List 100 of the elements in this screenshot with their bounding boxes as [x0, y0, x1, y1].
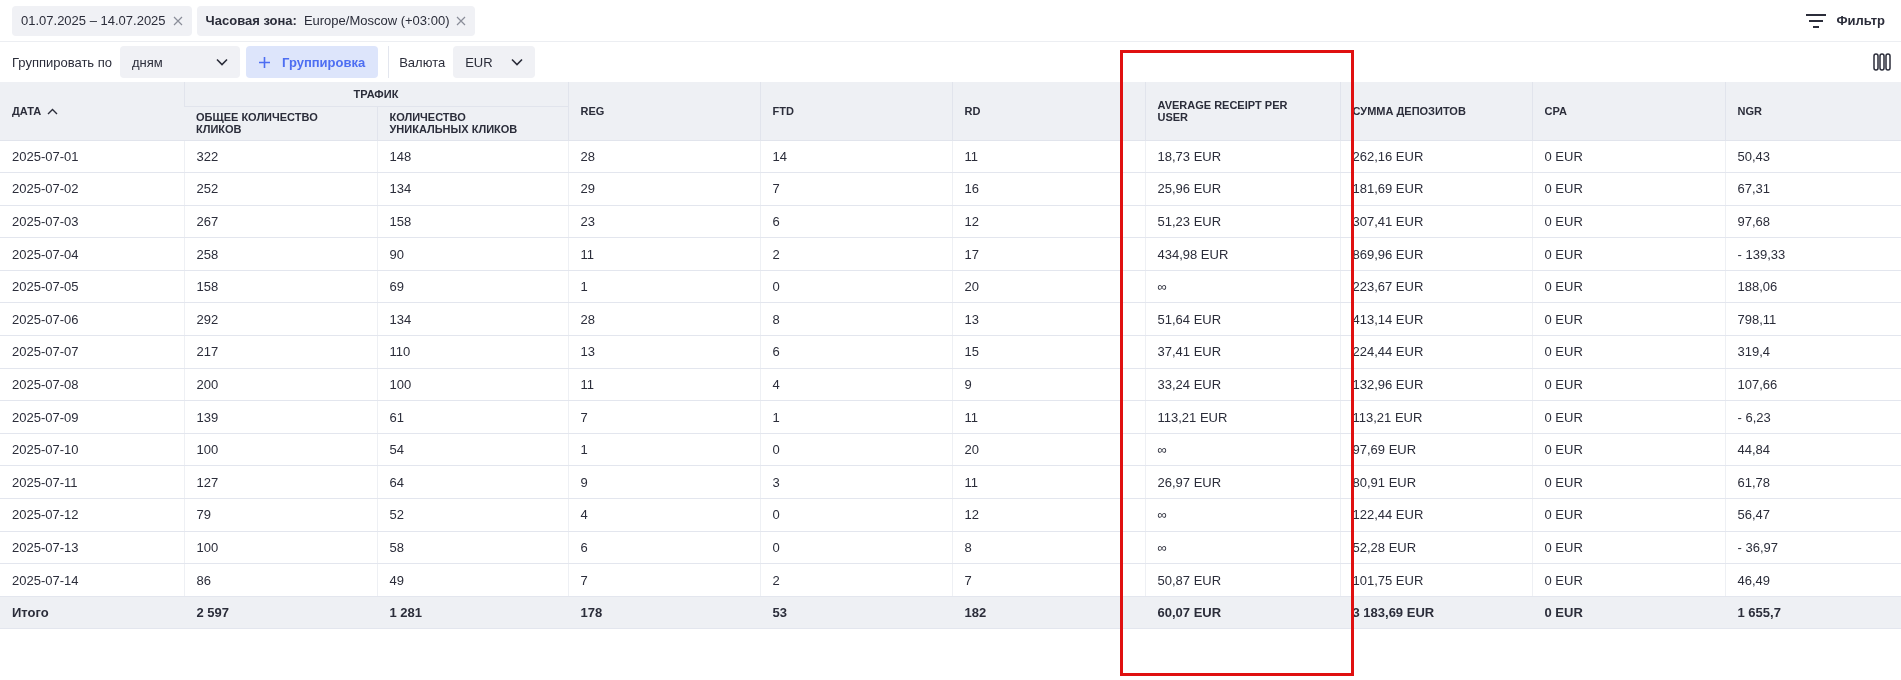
total-cell: 1 655,7 [1725, 596, 1901, 629]
table-cell: - 139,33 [1725, 237, 1901, 271]
table-cell: 132,96 EUR [1340, 368, 1532, 401]
table-cell: 12 [952, 498, 1145, 532]
table-cell: 6 [760, 335, 952, 369]
column-header[interactable]: СУММА ДЕПОЗИТОВ [1340, 82, 1532, 140]
table-cell: 6 [568, 531, 760, 564]
table-cell: 4 [760, 368, 952, 401]
table-cell: 869,96 EUR [1340, 237, 1532, 271]
table-cell: 15 [952, 335, 1145, 369]
table-cell: 14 [760, 140, 952, 173]
table-cell: ∞ [1145, 433, 1340, 466]
table-cell: 0 EUR [1532, 270, 1725, 303]
chip-value: 01.07.2025 – 14.07.2025 [21, 13, 166, 28]
table-cell: 217 [184, 335, 377, 369]
table-cell: 0 EUR [1532, 237, 1725, 271]
table-cell: 262,16 EUR [1340, 140, 1532, 173]
table-cell: 258 [184, 237, 377, 271]
table-cell: 97,68 [1725, 205, 1901, 238]
table-cell: 101,75 EUR [1340, 563, 1532, 597]
table-cell: 319,4 [1725, 335, 1901, 369]
table-cell: 9 [568, 465, 760, 499]
table-cell: 0 EUR [1532, 335, 1725, 369]
filter-chip[interactable]: 01.07.2025 – 14.07.2025 [12, 5, 192, 36]
column-header[interactable]: ДАТА [0, 82, 184, 140]
table-cell: 252 [184, 172, 377, 206]
column-header[interactable]: FTD [760, 82, 952, 140]
table-cell: - 6,23 [1725, 400, 1901, 434]
table-cell: 2025-07-12 [0, 498, 184, 532]
table-cell: 134 [377, 302, 568, 336]
total-cell: 60,07 EUR [1145, 596, 1340, 629]
table-cell: 4 [568, 498, 760, 532]
table-cell: 46,49 [1725, 563, 1901, 597]
table-cell: 7 [568, 400, 760, 434]
close-button[interactable] [456, 15, 467, 26]
table-cell: 2025-07-02 [0, 172, 184, 206]
filter-button[interactable]: Фильтр [1800, 12, 1891, 29]
table-cell: 90 [377, 237, 568, 271]
table-cell: 2025-07-03 [0, 205, 184, 238]
table-cell: 13 [568, 335, 760, 369]
table-cell: 0 EUR [1532, 400, 1725, 434]
table-cell: 158 [377, 205, 568, 238]
table-cell: 2025-07-01 [0, 140, 184, 173]
total-cell: 178 [568, 596, 760, 629]
table-cell: ∞ [1145, 531, 1340, 564]
table-cell: 18,73 EUR [1145, 140, 1340, 173]
table-cell: 188,06 [1725, 270, 1901, 303]
table-cell: 51,23 EUR [1145, 205, 1340, 238]
column-header[interactable]: RD [952, 82, 1145, 140]
table-cell: 2025-07-04 [0, 237, 184, 271]
table-cell: 2025-07-08 [0, 368, 184, 401]
group-by-select[interactable]: дням [120, 46, 240, 78]
filter-chip[interactable]: Часовая зона: Europe/Moscow (+03:00) [196, 5, 476, 36]
currency-label: Валюта [399, 54, 446, 70]
table-cell: 6 [760, 205, 952, 238]
sort-button[interactable] [47, 108, 59, 116]
chip-value: Europe/Moscow (+03:00) [303, 13, 450, 28]
column-header[interactable]: КОЛИЧЕСТВО УНИКАЛЬНЫХ КЛИКОВ [377, 106, 568, 140]
table-cell: 13 [952, 302, 1145, 336]
table-cell: 1 [760, 400, 952, 434]
table-cell: 28 [568, 140, 760, 173]
table-cell: 0 [760, 433, 952, 466]
table-cell: 434,98 EUR [1145, 237, 1340, 271]
chevron-down-icon [216, 58, 228, 66]
table-cell: ∞ [1145, 498, 1340, 532]
table-cell: 50,43 [1725, 140, 1901, 173]
table-cell: 307,41 EUR [1340, 205, 1532, 238]
table-cell: 200 [184, 368, 377, 401]
table-cell: - 36,97 [1725, 531, 1901, 564]
table-cell: 54 [377, 433, 568, 466]
chevron-down-icon [511, 58, 524, 66]
table-cell: 80,91 EUR [1340, 465, 1532, 499]
table-cell: 0 [760, 498, 952, 532]
columns-button[interactable] [1873, 53, 1891, 71]
close-button[interactable] [172, 15, 183, 26]
table-cell: 0 EUR [1532, 302, 1725, 336]
table-cell: 2025-07-11 [0, 465, 184, 499]
close-icon [172, 15, 183, 26]
column-header[interactable]: CPA [1532, 82, 1725, 140]
column-header[interactable]: REG [568, 82, 760, 140]
table-cell: ∞ [1145, 270, 1340, 303]
column-header[interactable]: NGR [1725, 82, 1901, 140]
table-cell: 0 EUR [1532, 140, 1725, 173]
table-cell: 7 [952, 563, 1145, 597]
table-cell: 122,44 EUR [1340, 498, 1532, 532]
table-cell: 56,47 [1725, 498, 1901, 532]
table-cell: 3 [760, 465, 952, 499]
column-header[interactable]: ОБЩЕЕ КОЛИЧЕСТВО КЛИКОВ [184, 106, 377, 140]
table-cell: 26,97 EUR [1145, 465, 1340, 499]
table-cell: 113,21 EUR [1340, 400, 1532, 434]
table-cell: 134 [377, 172, 568, 206]
table-cell: 798,11 [1725, 302, 1901, 336]
table-cell: 322 [184, 140, 377, 173]
currency-select[interactable]: EUR [453, 46, 536, 78]
table-cell: 0 EUR [1532, 433, 1725, 466]
table-cell: 2025-07-14 [0, 563, 184, 597]
column-header[interactable]: AVERAGE RECEIPT PER USER [1145, 82, 1340, 140]
table-cell: 292 [184, 302, 377, 336]
table-cell: 7 [568, 563, 760, 597]
table-cell: 44,84 [1725, 433, 1901, 466]
